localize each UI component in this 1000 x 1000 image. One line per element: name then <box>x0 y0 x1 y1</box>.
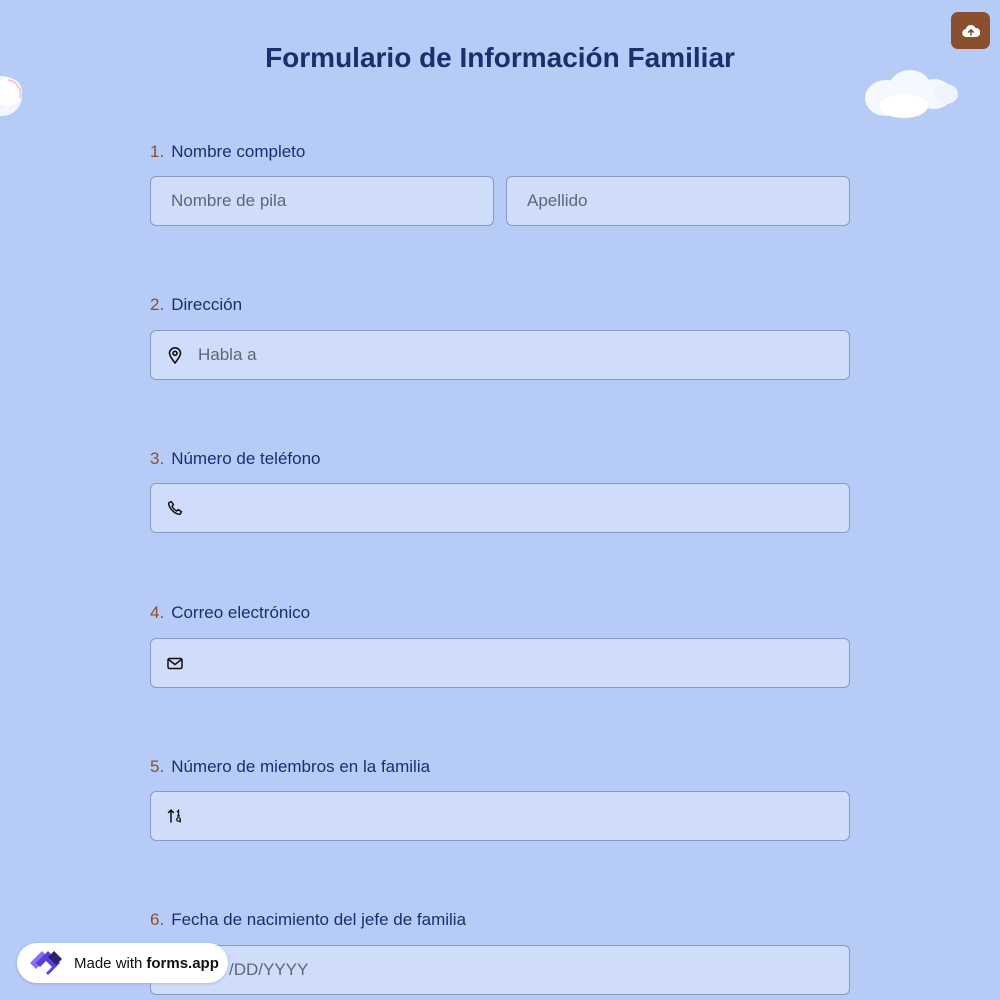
phone-input[interactable] <box>150 483 850 533</box>
cloud-upload-icon <box>961 24 980 37</box>
forms-app-logo <box>26 946 66 980</box>
question-number: 1. <box>150 142 165 161</box>
email-input[interactable] <box>150 638 850 688</box>
question-number: 6. <box>150 910 165 929</box>
form-title: Formulario de Información Familiar <box>265 42 735 73</box>
question-label: Fecha de nacimiento del jefe de familia <box>171 910 467 929</box>
birthdate-input[interactable]: /DD/YYYY <box>150 945 850 995</box>
question-number: 2. <box>150 295 165 314</box>
question-label: Nombre completo <box>171 142 306 161</box>
made-with-badge[interactable]: Made with forms.app <box>17 943 228 983</box>
question-label: Correo electrónico <box>171 603 311 622</box>
question-birthdate: 6. Fecha de nacimiento del jefe de famili… <box>150 909 850 995</box>
family-members-input[interactable] <box>150 791 850 841</box>
question-number: 5. <box>150 757 165 776</box>
question-label: Dirección <box>171 295 243 314</box>
question-email: 4. Correo electrónico <box>150 602 850 688</box>
number-sort-icon <box>165 808 185 824</box>
first-name-input[interactable]: Nombre de pila <box>150 176 494 226</box>
question-number: 4. <box>150 603 165 622</box>
last-name-input[interactable]: Apellido <box>506 176 850 226</box>
upload-button[interactable] <box>951 12 990 49</box>
cloud-decoration-left <box>0 76 22 116</box>
phone-icon <box>165 500 185 516</box>
address-placeholder: Habla a <box>198 345 257 364</box>
cloud-decoration-right <box>865 70 958 118</box>
badge-prefix: Made with <box>74 954 143 972</box>
question-label: Número de teléfono <box>171 449 321 468</box>
location-pin-icon <box>165 346 185 364</box>
question-address: 2. Dirección Habla a <box>150 294 850 380</box>
first-name-placeholder: Nombre de pila <box>171 191 287 210</box>
last-name-placeholder: Apellido <box>527 191 588 210</box>
mail-icon <box>165 657 185 670</box>
question-number: 3. <box>150 449 165 468</box>
question-full-name: 1. Nombre completo Nombre de pila Apellid… <box>150 141 850 226</box>
question-phone: 3. Número de teléfono <box>150 448 850 533</box>
question-label: Número de miembros en la familia <box>171 757 431 776</box>
address-input[interactable]: Habla a <box>150 330 850 380</box>
question-family-members: 5. Número de miembros en la familia <box>150 756 850 841</box>
badge-brand: forms.app <box>146 954 219 972</box>
